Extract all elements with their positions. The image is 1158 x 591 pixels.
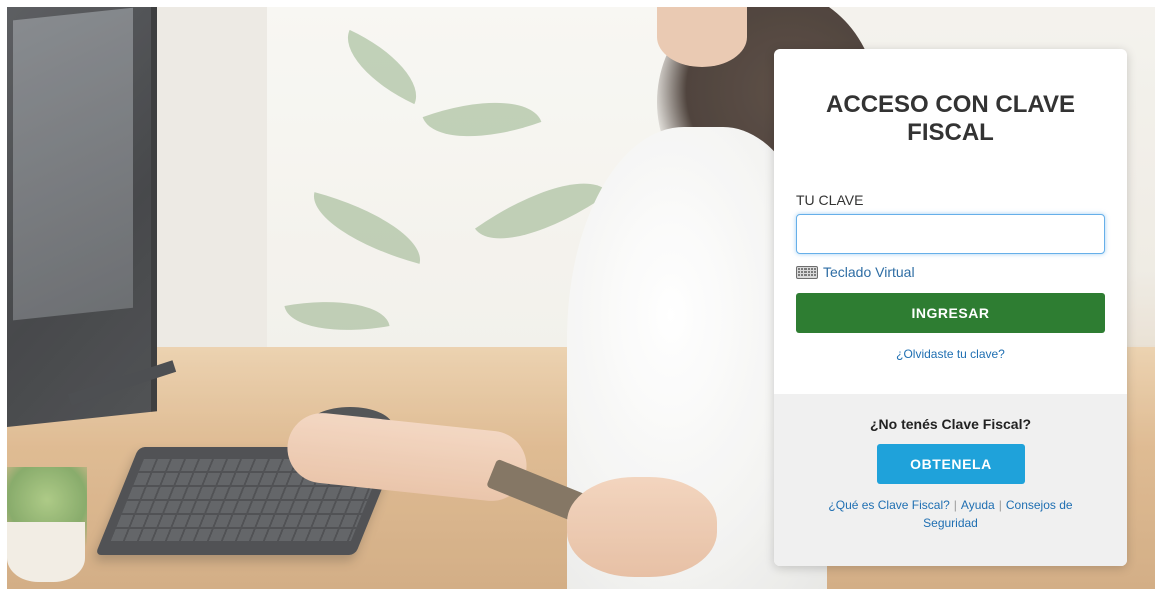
help-links: ¿Qué es Clave Fiscal? | Ayuda | Consejos de …	[804, 496, 1097, 532]
virtual-keyboard-link[interactable]: Teclado Virtual	[796, 263, 915, 281]
clave-label: TU CLAVE	[796, 192, 864, 208]
page-title: ACCESO CON CLAVE FISCAL	[826, 91, 1075, 146]
virtual-keyboard-label: Teclado Virtual	[823, 264, 915, 280]
link-separator: |	[998, 498, 1002, 512]
link-separator: |	[953, 498, 957, 512]
no-clave-prompt: ¿No tenés Clave Fiscal?	[869, 416, 1032, 432]
login-card: ACCESO CON CLAVE FISCAL TU CLAVE Teclado…	[774, 49, 1127, 566]
forgot-password-link[interactable]: ¿Olvidaste tu clave?	[774, 347, 1127, 361]
obtenela-button[interactable]: OBTENELA	[877, 444, 1025, 484]
keyboard-icon	[796, 265, 818, 279]
ayuda-link[interactable]: Ayuda	[961, 498, 995, 512]
signup-section: ¿No tenés Clave Fiscal? OBTENELA ¿Qué es…	[774, 394, 1127, 566]
clave-input[interactable]	[796, 214, 1105, 254]
ingresar-button[interactable]: INGRESAR	[796, 293, 1105, 333]
what-is-clave-fiscal-link[interactable]: ¿Qué es Clave Fiscal?	[828, 498, 949, 512]
